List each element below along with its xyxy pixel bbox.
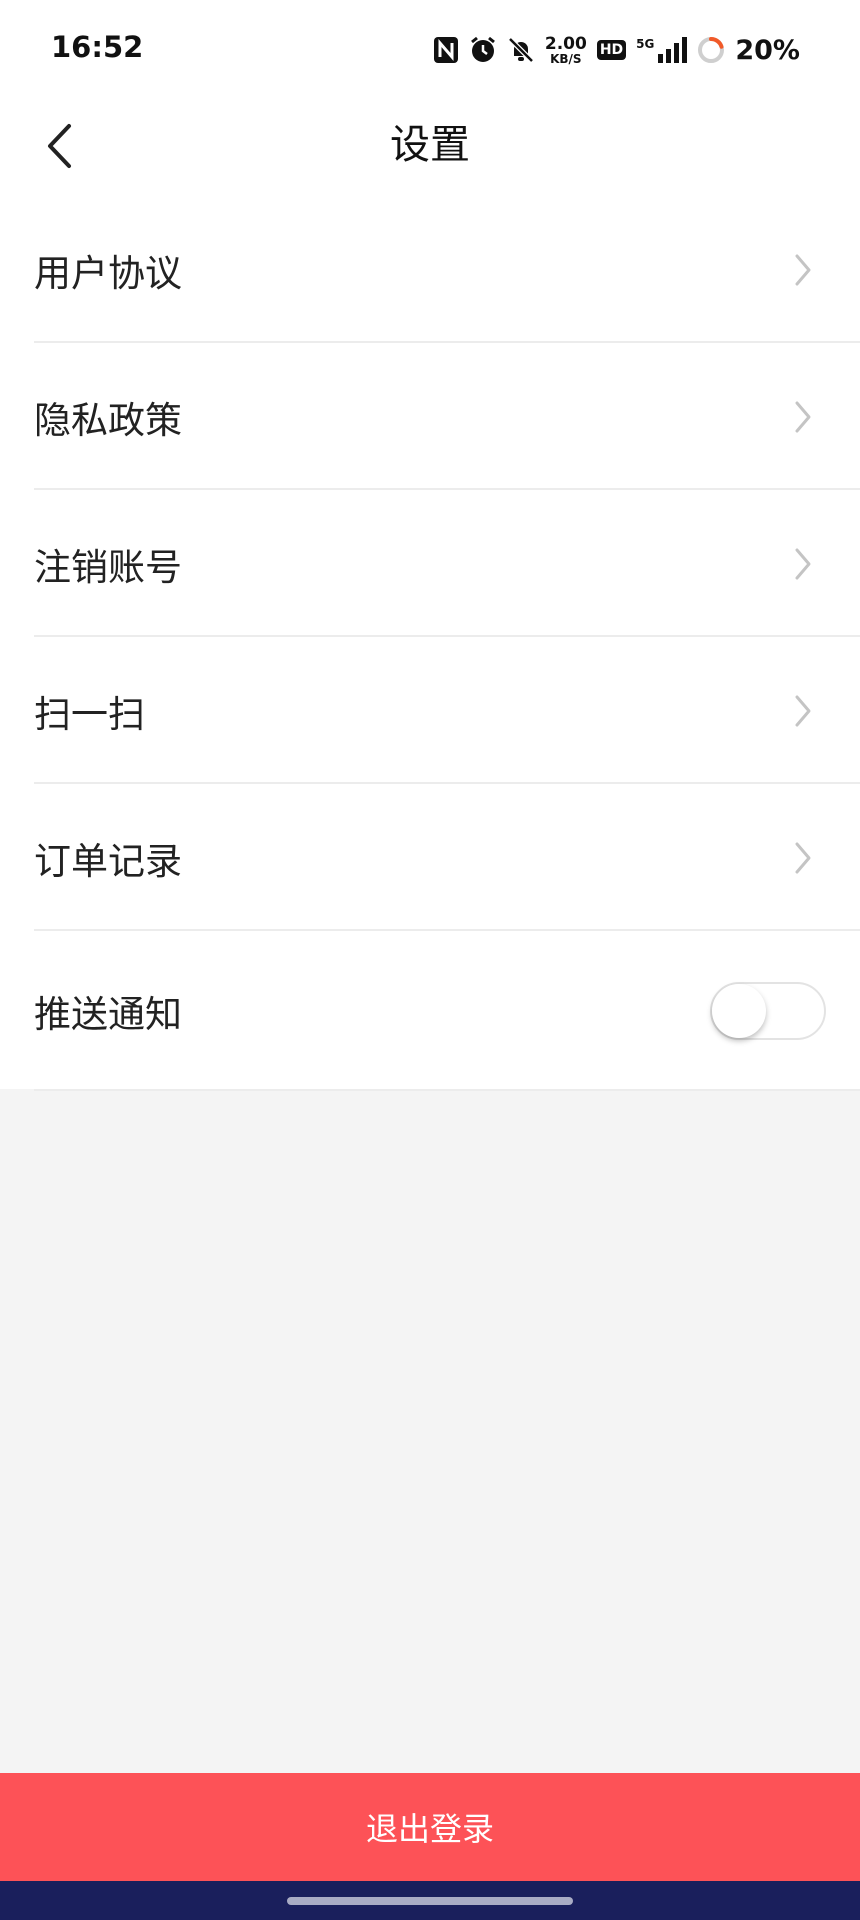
hd-icon: HD <box>596 40 627 60</box>
settings-item-scan[interactable]: 扫一扫 <box>0 637 860 784</box>
network-speed-unit: KB/S <box>550 51 582 66</box>
settings-item-privacy-policy[interactable]: 隐私政策 <box>0 343 860 490</box>
settings-item-label: 隐私政策 <box>34 398 182 442</box>
header: 设置 <box>0 100 860 196</box>
settings-item-label: 扫一扫 <box>34 692 145 736</box>
settings-item-label: 用户协议 <box>34 251 182 295</box>
bell-muted-icon <box>507 36 535 64</box>
settings-list: 用户协议 隐私政策 注销账号 扫一扫 订单记录 推送通知 <box>0 196 860 1091</box>
settings-item-delete-account[interactable]: 注销账号 <box>0 490 860 637</box>
battery-percentage: 20% <box>735 34 800 66</box>
network-speed-value: 2.00 <box>544 33 587 54</box>
network-speed: 2.00 KB/S <box>544 33 587 66</box>
settings-item-push-notifications: 推送通知 <box>0 931 860 1091</box>
toggle-knob <box>712 984 766 1038</box>
status-time: 16:52 <box>51 30 144 64</box>
settings-item-label: 推送通知 <box>34 993 182 1036</box>
navigation-bar <box>0 1881 860 1920</box>
page-title: 设置 <box>390 122 470 168</box>
home-indicator[interactable] <box>287 1897 573 1905</box>
signal-icon: 5G <box>636 37 688 63</box>
status-bar: 16:52 2.00 KB/S HD 5G 20% <box>0 0 860 100</box>
logout-button[interactable]: 退出登录 <box>0 1773 860 1881</box>
settings-item-user-agreement[interactable]: 用户协议 <box>0 196 860 343</box>
chevron-right-icon <box>794 693 818 729</box>
push-notification-toggle[interactable] <box>710 982 826 1040</box>
alarm-icon <box>469 36 497 64</box>
network-type-label: 5G <box>636 37 655 51</box>
battery-ring-icon <box>697 36 725 64</box>
chevron-right-icon <box>794 546 818 582</box>
settings-item-label: 注销账号 <box>34 545 182 589</box>
settings-item-label: 订单记录 <box>34 839 182 883</box>
status-icons: 2.00 KB/S HD 5G 20% <box>433 28 800 72</box>
chevron-right-icon <box>794 399 818 435</box>
settings-item-order-history[interactable]: 订单记录 <box>0 784 860 931</box>
chevron-right-icon <box>794 840 818 876</box>
chevron-right-icon <box>794 252 818 288</box>
nfc-icon <box>433 36 459 64</box>
